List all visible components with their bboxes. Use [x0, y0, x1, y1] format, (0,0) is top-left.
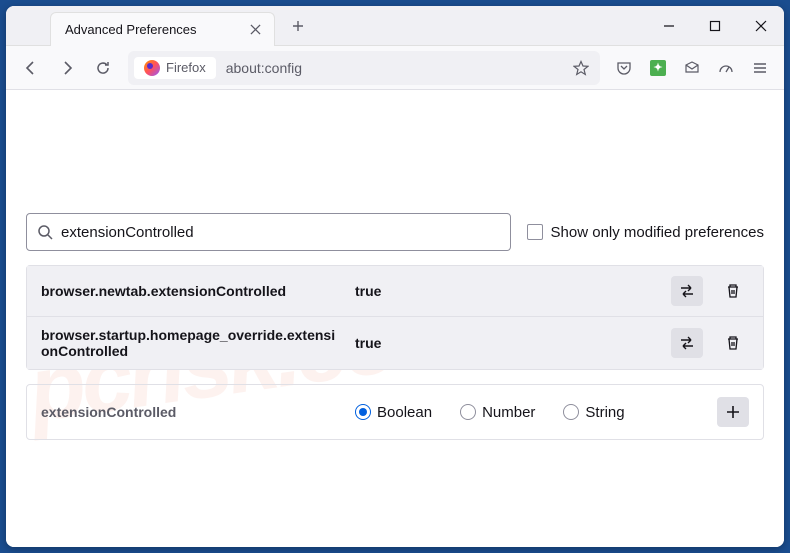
- delete-button[interactable]: [717, 328, 749, 358]
- type-string[interactable]: String: [563, 404, 624, 421]
- forward-button[interactable]: [50, 51, 84, 85]
- pref-value: true: [355, 283, 657, 299]
- pref-name: browser.startup.homepage_override.extens…: [41, 327, 341, 359]
- trash-icon: [725, 335, 741, 351]
- search-input[interactable]: [61, 224, 500, 241]
- plus-icon: [725, 404, 741, 420]
- maximize-button[interactable]: [692, 6, 738, 45]
- search-icon: [37, 224, 53, 240]
- type-number[interactable]: Number: [460, 404, 535, 421]
- firefox-icon: [144, 60, 160, 76]
- dashboard-icon[interactable]: [710, 52, 742, 84]
- pref-name: browser.newtab.extensionControlled: [41, 283, 341, 299]
- checkbox-label: Show only modified preferences: [551, 224, 764, 241]
- preference-row: browser.newtab.extensionControlled true: [27, 266, 763, 316]
- type-label: Number: [482, 404, 535, 421]
- checkbox-icon: [527, 224, 543, 240]
- show-modified-checkbox[interactable]: Show only modified preferences: [527, 224, 764, 241]
- content-area: pcrisk.com Show only modified preference…: [6, 90, 784, 547]
- toggle-button[interactable]: [671, 328, 703, 358]
- back-button[interactable]: [14, 51, 48, 85]
- close-window-button[interactable]: [738, 6, 784, 45]
- trash-icon: [725, 283, 741, 299]
- preference-row: browser.startup.homepage_override.extens…: [27, 316, 763, 369]
- url-text: about:config: [222, 60, 562, 76]
- radio-icon: [355, 404, 371, 420]
- type-label: Boolean: [377, 404, 432, 421]
- menu-icon[interactable]: [744, 52, 776, 84]
- type-label: String: [585, 404, 624, 421]
- toggle-icon: [679, 335, 695, 351]
- type-options: Boolean Number String: [355, 404, 703, 421]
- search-row: Show only modified preferences: [26, 213, 764, 251]
- tab-title: Advanced Preferences: [65, 22, 246, 37]
- identity-label: Firefox: [166, 60, 206, 75]
- delete-button[interactable]: [717, 276, 749, 306]
- pref-value: true: [355, 335, 657, 351]
- add-button[interactable]: [717, 397, 749, 427]
- mail-icon[interactable]: [676, 52, 708, 84]
- reload-button[interactable]: [86, 51, 120, 85]
- toolbar: Firefox about:config ✦: [6, 46, 784, 90]
- new-tab-button[interactable]: [283, 11, 313, 41]
- type-boolean[interactable]: Boolean: [355, 404, 432, 421]
- new-preference-row: extensionControlled Boolean Number Strin…: [26, 384, 764, 440]
- titlebar: Advanced Preferences: [6, 6, 784, 46]
- toggle-button[interactable]: [671, 276, 703, 306]
- minimize-button[interactable]: [646, 6, 692, 45]
- toggle-icon: [679, 283, 695, 299]
- preferences-list: browser.newtab.extensionControlled true …: [26, 265, 764, 370]
- pocket-icon[interactable]: [608, 52, 640, 84]
- browser-tab[interactable]: Advanced Preferences: [50, 12, 275, 46]
- url-bar[interactable]: Firefox about:config: [128, 51, 600, 85]
- search-box[interactable]: [26, 213, 511, 251]
- extension-icon[interactable]: ✦: [642, 52, 674, 84]
- radio-icon: [460, 404, 476, 420]
- window-controls: [646, 6, 784, 45]
- radio-icon: [563, 404, 579, 420]
- browser-window: Advanced Preferences Firefox about:confi…: [6, 6, 784, 547]
- new-pref-name: extensionControlled: [41, 404, 341, 420]
- bookmark-star-icon[interactable]: [568, 55, 594, 81]
- close-icon[interactable]: [246, 20, 264, 38]
- identity-box[interactable]: Firefox: [134, 57, 216, 79]
